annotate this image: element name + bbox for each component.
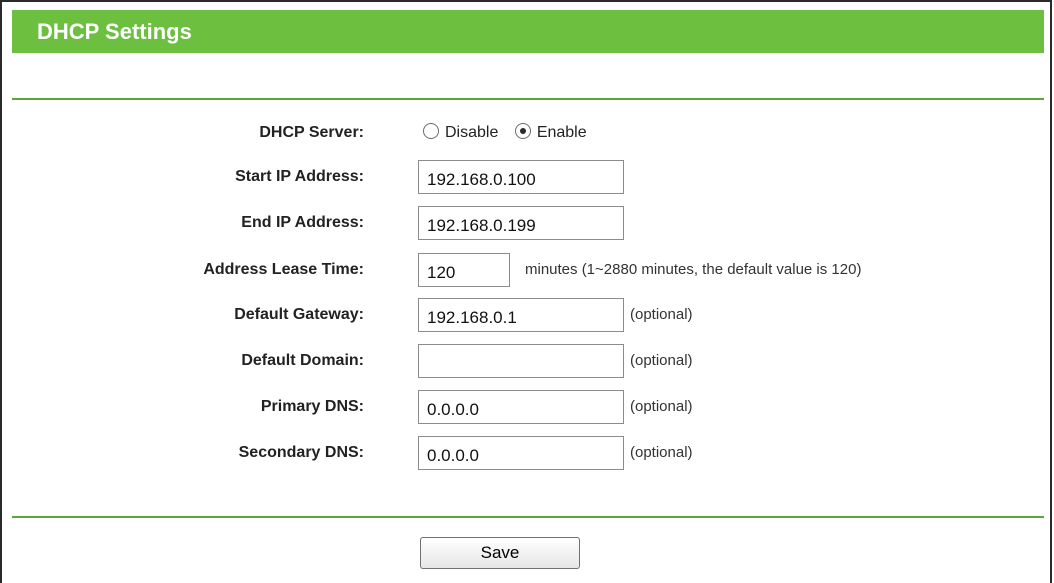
enable-radio[interactable] bbox=[514, 123, 531, 140]
end-ip-row: End IP Address: 192.168.0.199 bbox=[2, 205, 1054, 241]
disable-radio[interactable] bbox=[423, 123, 439, 140]
start-ip-input[interactable]: 192.168.0.100 bbox=[418, 160, 624, 194]
top-divider bbox=[12, 98, 1044, 100]
primary-dns-hint: (optional) bbox=[630, 398, 693, 415]
gateway-hint: (optional) bbox=[630, 306, 693, 323]
primary-dns-label: Primary DNS: bbox=[260, 398, 364, 415]
panel-title: DHCP Settings bbox=[12, 10, 1044, 53]
disable-radio-label[interactable]: Disable bbox=[445, 124, 498, 141]
lease-time-hint: minutes (1~2880 minutes, the default val… bbox=[525, 261, 862, 278]
lease-time-label: Address Lease Time: bbox=[203, 261, 364, 278]
gateway-row: Default Gateway: 192.168.0.1 (optional) bbox=[2, 297, 1054, 333]
end-ip-input[interactable]: 192.168.0.199 bbox=[418, 206, 624, 240]
domain-row: Default Domain: (optional) bbox=[2, 343, 1054, 379]
domain-hint: (optional) bbox=[630, 352, 693, 369]
dhcp-server-label: DHCP Server: bbox=[259, 124, 364, 141]
secondary-dns-label: Secondary DNS: bbox=[238, 444, 364, 461]
end-ip-label: End IP Address: bbox=[241, 214, 364, 231]
dhcp-server-row: DHCP Server: Disable Enable bbox=[2, 115, 1054, 151]
gateway-input[interactable]: 192.168.0.1 bbox=[418, 298, 624, 332]
enable-radio-label[interactable]: Enable bbox=[537, 124, 587, 141]
start-ip-row: Start IP Address: 192.168.0.100 bbox=[2, 159, 1054, 195]
bottom-divider bbox=[12, 516, 1044, 518]
gateway-label: Default Gateway: bbox=[234, 306, 364, 323]
secondary-dns-hint: (optional) bbox=[630, 444, 693, 461]
secondary-dns-input[interactable]: 0.0.0.0 bbox=[418, 436, 624, 470]
domain-label: Default Domain: bbox=[241, 352, 364, 369]
lease-time-input[interactable]: 120 bbox=[418, 253, 510, 287]
dhcp-server-radio-group: Disable Enable bbox=[423, 115, 599, 151]
lease-time-row: Address Lease Time: 120 minutes (1~2880 … bbox=[2, 252, 1054, 288]
primary-dns-input[interactable]: 0.0.0.0 bbox=[418, 390, 624, 424]
secondary-dns-row: Secondary DNS: 0.0.0.0 (optional) bbox=[2, 435, 1054, 471]
dhcp-settings-panel: DHCP Settings DHCP Server: Disable Enabl… bbox=[0, 0, 1052, 583]
domain-input[interactable] bbox=[418, 344, 624, 378]
start-ip-label: Start IP Address: bbox=[235, 168, 364, 185]
primary-dns-row: Primary DNS: 0.0.0.0 (optional) bbox=[2, 389, 1054, 425]
save-button[interactable]: Save bbox=[420, 537, 580, 569]
